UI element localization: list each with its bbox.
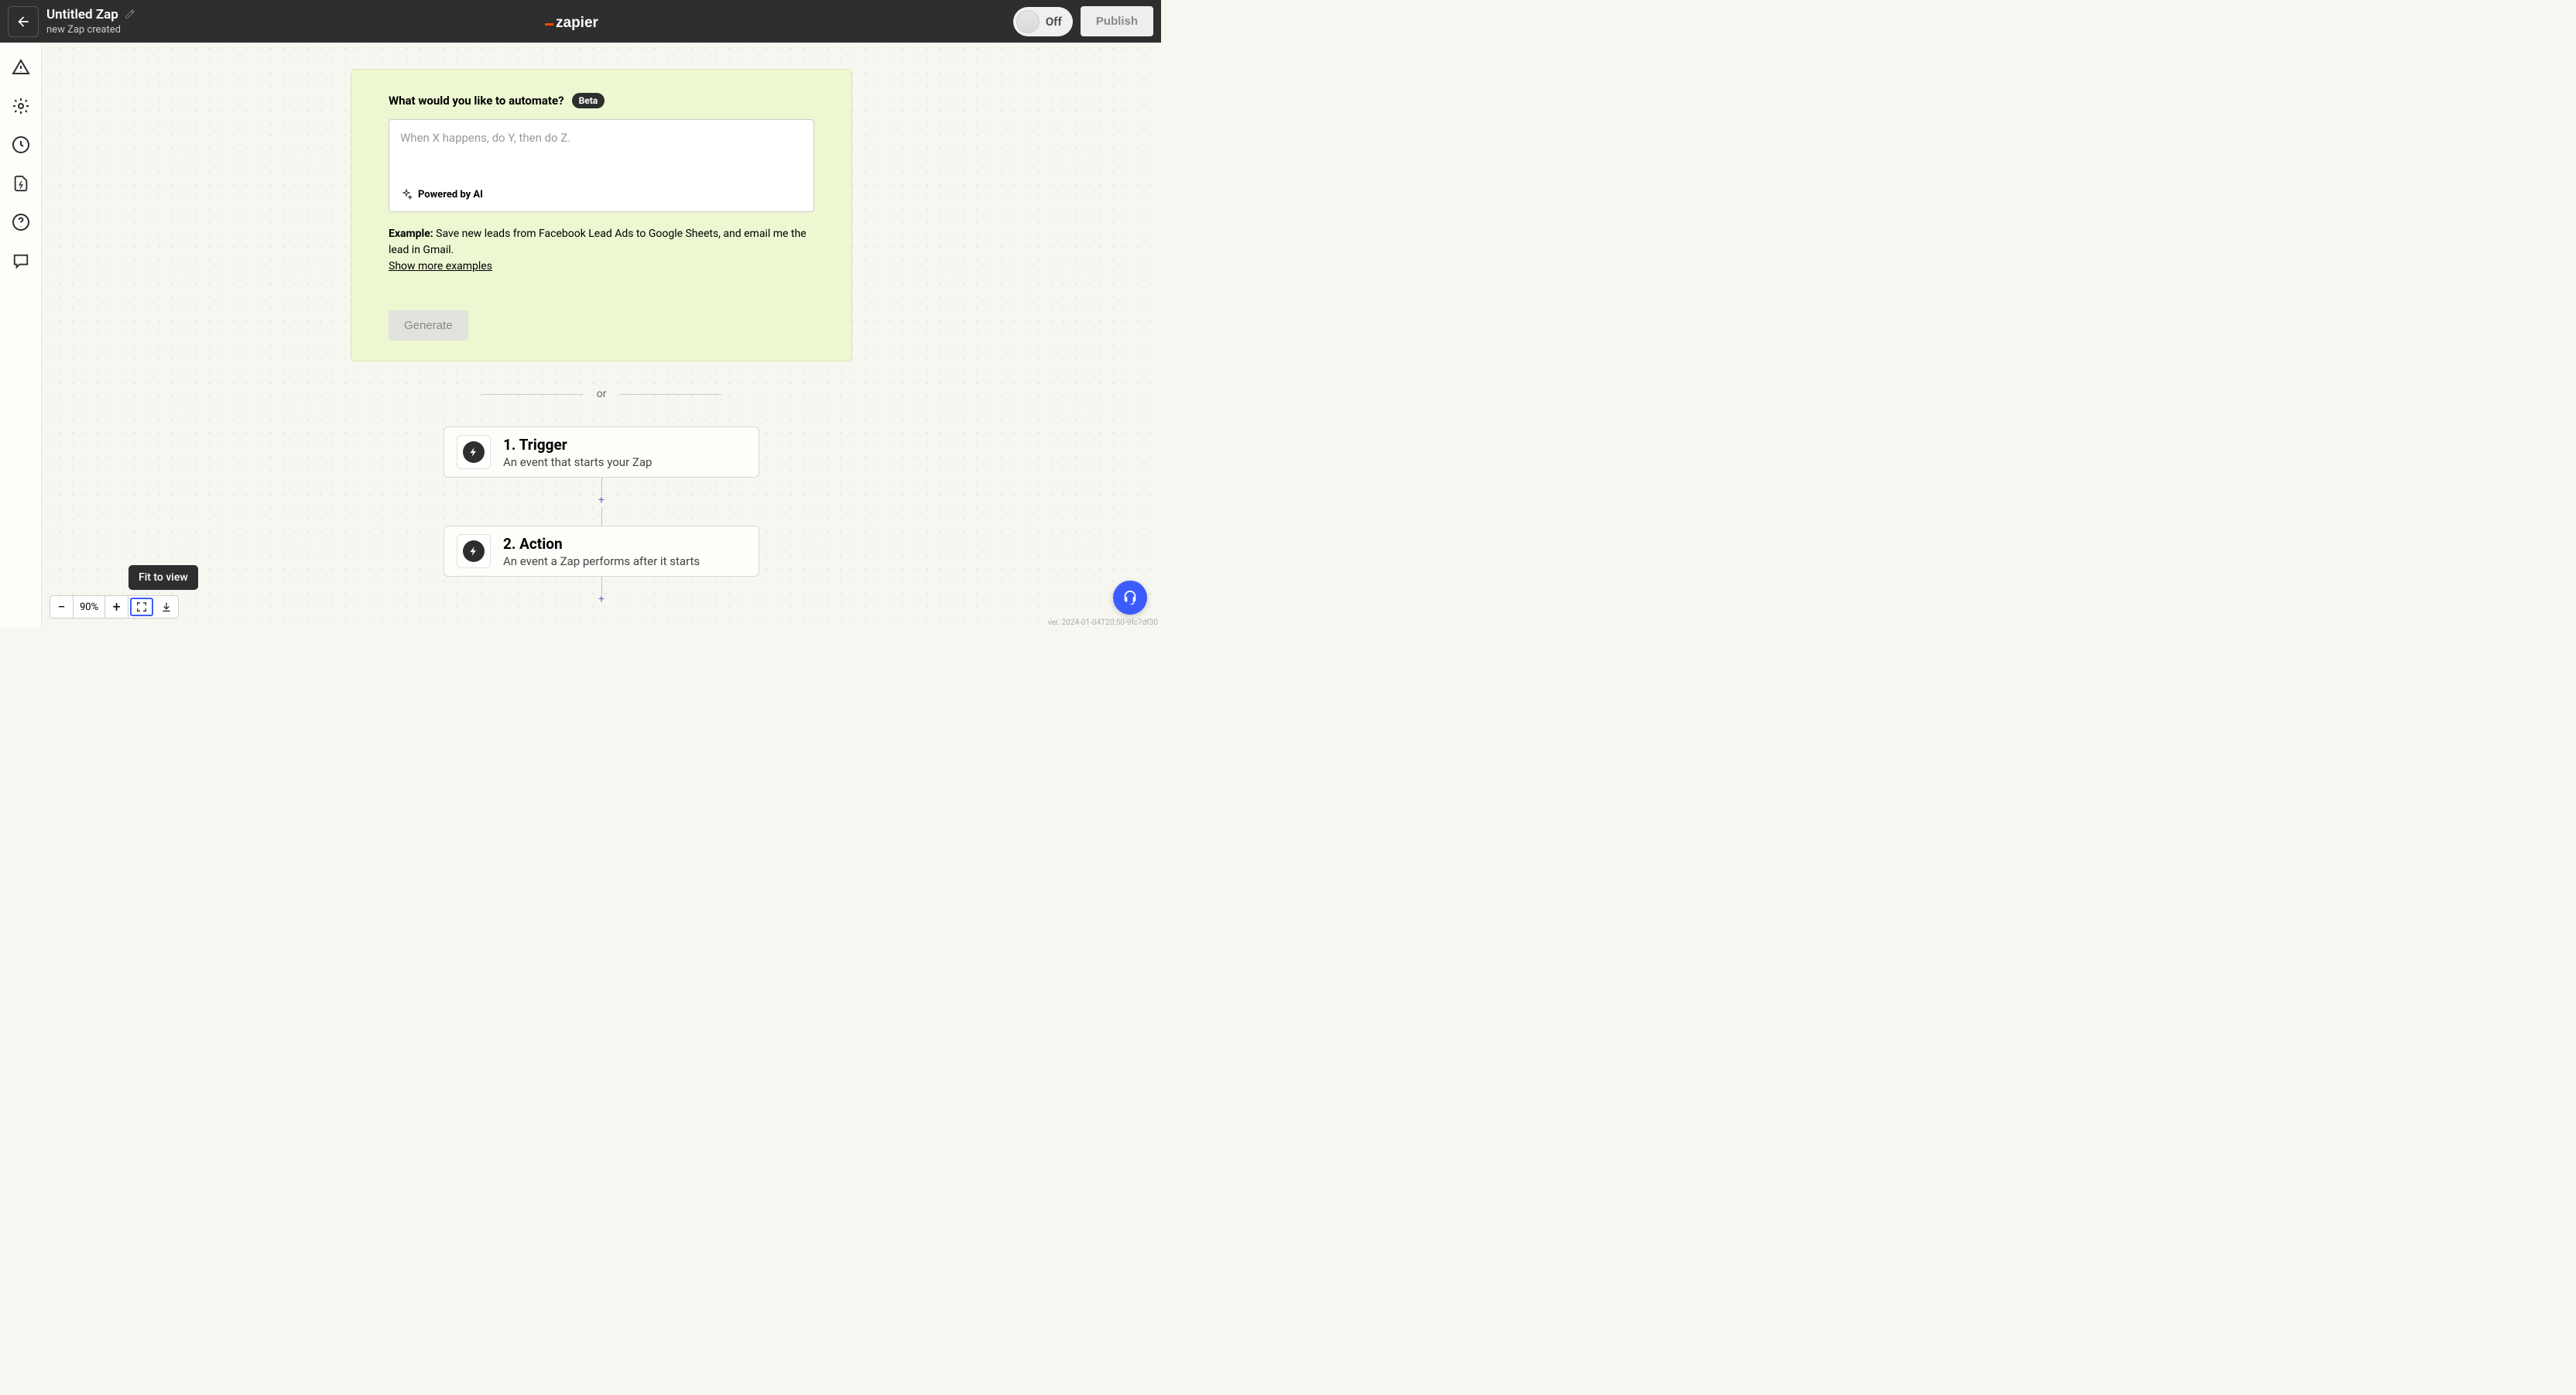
generate-button[interactable]: Generate [389, 310, 468, 341]
example-text: Example: Save new leads from Facebook Le… [389, 226, 814, 275]
step-title: 2. Action [503, 535, 700, 553]
or-divider: or [481, 388, 721, 400]
sparkle-icon [400, 188, 413, 201]
publish-button[interactable]: Publish [1081, 6, 1153, 36]
show-more-examples-link[interactable]: Show more examples [389, 260, 492, 272]
left-sidebar [0, 43, 42, 629]
step-icon-wrap [457, 435, 491, 469]
export-button[interactable] [155, 596, 178, 618]
zoom-controls: − 90% + [50, 595, 179, 619]
header-title-block: Untitled Zap new Zap created [46, 7, 135, 36]
bolt-icon [463, 441, 485, 463]
action-step-card[interactable]: 2. Action An event a Zap performs after … [444, 526, 759, 577]
back-button[interactable] [8, 6, 39, 37]
ai-input-container: Powered by AI [389, 119, 814, 212]
ai-automate-panel: What would you like to automate? Beta Po… [351, 69, 852, 362]
step-subtitle: An event that starts your Zap [503, 455, 652, 469]
help-icon[interactable] [12, 213, 30, 231]
clock-icon[interactable] [12, 135, 30, 154]
zap-subtitle: new Zap created [46, 24, 135, 36]
app-header: Untitled Zap new Zap created zapier Off … [0, 0, 1161, 43]
steps-container: 1. Trigger An event that starts your Zap… [42, 427, 1161, 606]
comment-icon[interactable] [12, 252, 30, 270]
zoom-in-button[interactable]: + [105, 596, 128, 618]
arrow-left-icon [15, 14, 31, 29]
ai-prompt-input[interactable] [400, 131, 803, 188]
version-label: ver. 2024-01-04T20:50-9fc7df30 [1048, 619, 1158, 627]
zap-enable-toggle[interactable]: Off [1013, 7, 1073, 36]
beta-badge: Beta [572, 93, 605, 108]
connector-line [601, 507, 602, 526]
fit-to-view-tooltip: Fit to view [128, 565, 198, 590]
add-step-button[interactable]: + [598, 496, 605, 507]
fit-to-view-button[interactable] [130, 598, 153, 616]
ai-panel-title: What would you like to automate? [389, 94, 564, 108]
trigger-step-card[interactable]: 1. Trigger An event that starts your Zap [444, 427, 759, 478]
step-icon-wrap [457, 534, 491, 568]
toggle-label: Off [1046, 15, 1062, 29]
zapier-logo: zapier [545, 12, 616, 32]
zap-title[interactable]: Untitled Zap [46, 7, 118, 22]
svg-text:zapier: zapier [556, 15, 599, 31]
zoom-out-button[interactable]: − [50, 596, 74, 618]
edit-icon[interactable] [125, 8, 135, 22]
powered-by-ai-label: Powered by AI [400, 188, 803, 201]
step-subtitle: An event a Zap performs after it starts [503, 554, 700, 568]
toggle-knob [1016, 10, 1040, 33]
bolt-icon [463, 540, 485, 562]
zap-history-icon[interactable] [12, 174, 30, 193]
add-step-button[interactable]: + [598, 595, 605, 606]
headset-icon [1122, 589, 1139, 606]
zoom-level: 90% [74, 596, 105, 618]
editor-canvas[interactable]: What would you like to automate? Beta Po… [42, 43, 1161, 629]
alert-icon[interactable] [12, 58, 30, 77]
step-title: 1. Trigger [503, 436, 652, 454]
floating-help-button[interactable] [1113, 581, 1147, 615]
gear-icon[interactable] [12, 97, 30, 115]
